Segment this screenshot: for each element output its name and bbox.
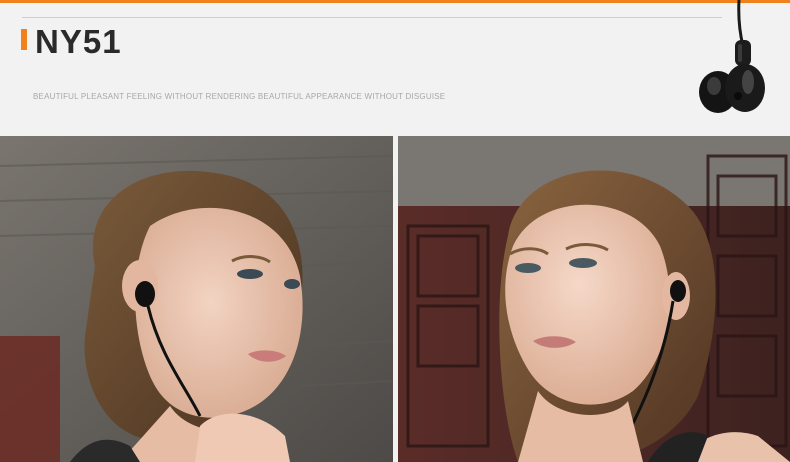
earphone-product-image [690,0,770,118]
photo-woman-wearing-earphones-left [0,136,393,462]
top-accent-bar [0,0,790,3]
product-title: NY51 [35,23,122,60]
header-divider [22,17,722,18]
title-accent-marker [21,29,27,50]
photo-woman-wearing-earphones-right [398,136,790,462]
product-tagline: BEAUTIFUL PLEASANT FEELING WITHOUT RENDE… [33,92,446,101]
